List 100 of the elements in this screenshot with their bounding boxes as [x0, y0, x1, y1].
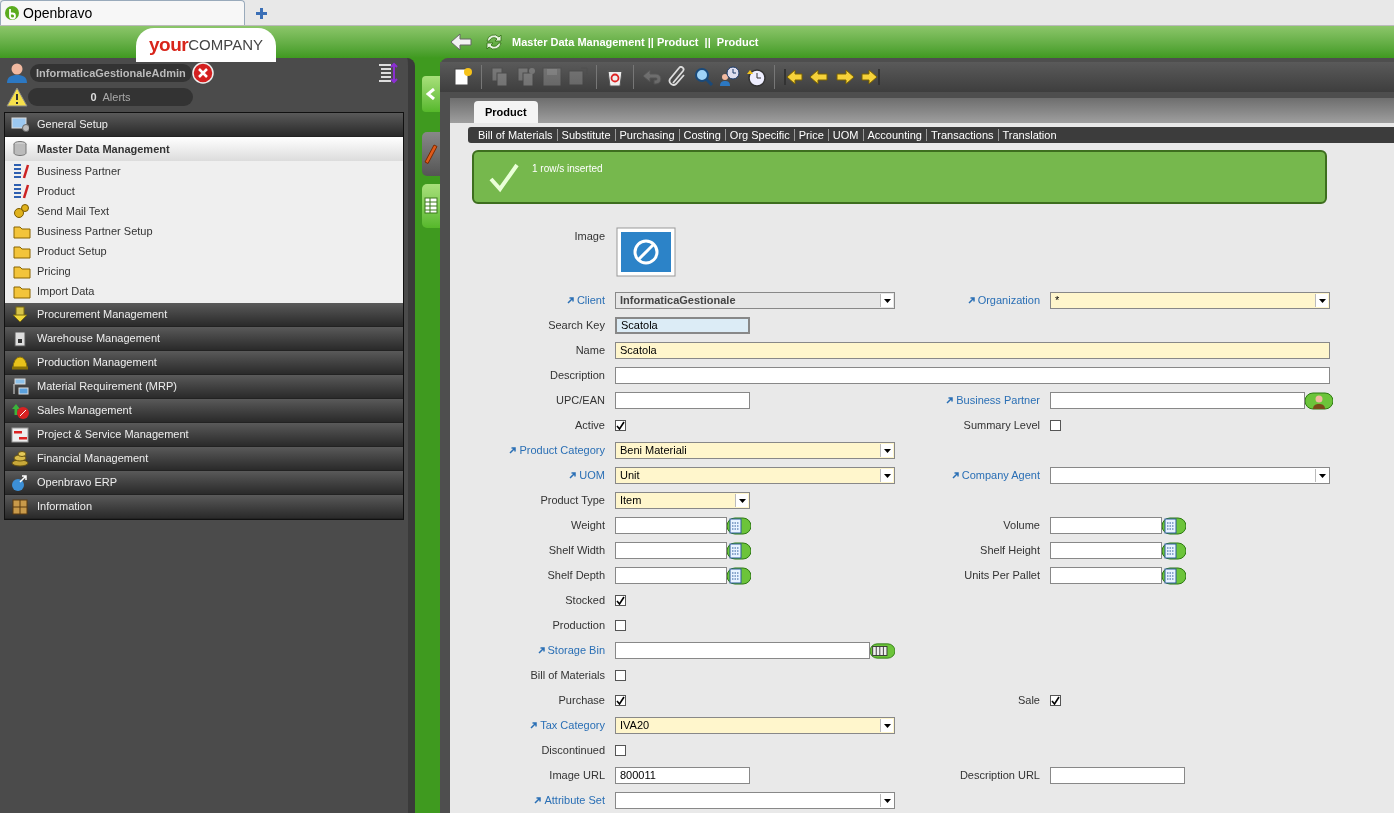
dropdown-field[interactable]: IVA20: [615, 717, 895, 734]
shelf-search-icon[interactable]: [870, 641, 895, 660]
dropdown-caret-icon: [883, 448, 891, 453]
field-link[interactable]: Attribute Set: [544, 792, 605, 809]
input-field[interactable]: [615, 642, 870, 659]
document-pen-icon: [13, 183, 31, 199]
back-arrow-icon[interactable]: [450, 32, 472, 52]
dropdown-field[interactable]: Beni Materiali: [615, 442, 895, 459]
menu-section[interactable]: Openbravo ERP: [5, 471, 403, 495]
input-field[interactable]: 800011: [615, 767, 750, 784]
subtab[interactable]: Substitute: [561, 126, 611, 144]
input-field[interactable]: [615, 567, 727, 584]
field-label: Purchase: [558, 693, 605, 709]
checkbox[interactable]: [615, 420, 626, 431]
tab[interactable]: Product: [474, 101, 538, 123]
calculator-icon[interactable]: [1162, 516, 1186, 535]
menu-item[interactable]: Send Mail Text: [5, 201, 403, 221]
menu-item[interactable]: Import Data: [5, 281, 403, 301]
field-label: Shelf Height: [980, 543, 1040, 559]
folder-icon: [13, 263, 31, 279]
input-field[interactable]: [1050, 567, 1162, 584]
subtab[interactable]: Translation: [1002, 126, 1057, 144]
checkbox[interactable]: [615, 595, 626, 606]
field-link[interactable]: Product Category: [519, 442, 605, 459]
menu-item[interactable]: Business Partner: [5, 161, 403, 181]
subtab[interactable]: Price: [798, 126, 824, 144]
field-link[interactable]: Client: [576, 292, 605, 309]
input-field[interactable]: [615, 392, 750, 409]
input-field[interactable]: [1050, 517, 1162, 534]
menu-section[interactable]: Warehouse Management: [5, 327, 403, 351]
user-name[interactable]: InformaticaGestionaleAdmin: [30, 64, 192, 82]
field-link[interactable]: Business Partner: [956, 392, 1040, 409]
document-pen-icon: [13, 163, 31, 179]
input-field[interactable]: Scatola: [615, 317, 750, 334]
field-link[interactable]: UOM: [579, 467, 605, 484]
menu-section[interactable]: Material Requirement (MRP): [5, 375, 403, 399]
field-link[interactable]: Company Agent: [961, 467, 1040, 484]
logout-icon[interactable]: [191, 62, 214, 84]
refresh-icon[interactable]: [484, 32, 504, 52]
menu-section[interactable]: Information: [5, 495, 403, 519]
menu-section[interactable]: Production Management: [5, 351, 403, 375]
collapse-all-icon[interactable]: [378, 62, 398, 84]
image-placeholder-icon[interactable]: [615, 226, 677, 278]
input-field[interactable]: [615, 542, 727, 559]
input-field[interactable]: Scatola: [615, 342, 1330, 359]
checkbox[interactable]: [1050, 695, 1061, 706]
input-field[interactable]: [1050, 542, 1162, 559]
menu-item[interactable]: Pricing: [5, 261, 403, 281]
field-link[interactable]: Tax Category: [540, 717, 605, 734]
browser-tab[interactable]: Openbravo: [0, 0, 245, 25]
calculator-icon[interactable]: [727, 541, 751, 560]
calculator-icon[interactable]: [727, 516, 751, 535]
checkbox[interactable]: [1050, 420, 1061, 431]
menu-section[interactable]: Sales Management: [5, 399, 403, 423]
person-search-icon[interactable]: [1305, 391, 1333, 410]
last-record-icon[interactable]: [860, 66, 882, 88]
subtab[interactable]: Org Specific: [729, 126, 790, 144]
checkbox[interactable]: [615, 620, 626, 631]
view-tab[interactable]: [422, 184, 440, 228]
new-document-icon[interactable]: [452, 66, 474, 88]
collapse-panel-button[interactable]: [422, 76, 440, 112]
dropdown-caret-icon: [883, 723, 891, 728]
subtab[interactable]: Transactions: [930, 126, 994, 144]
input-field[interactable]: [1050, 392, 1305, 409]
user-clock-icon[interactable]: [719, 66, 741, 88]
checkbox[interactable]: [615, 695, 626, 706]
menu-section[interactable]: Financial Management: [5, 447, 403, 471]
dropdown-field[interactable]: [1050, 467, 1330, 484]
menu-section[interactable]: Project & Service Management: [5, 423, 403, 447]
input-field[interactable]: [1050, 767, 1185, 784]
input-field[interactable]: [615, 517, 727, 534]
view-tab[interactable]: [422, 132, 440, 176]
subtab[interactable]: Accounting: [867, 126, 922, 144]
menu-item[interactable]: Product Setup: [5, 241, 403, 261]
dropdown-field[interactable]: Unit: [615, 467, 895, 484]
menu-section[interactable]: Master Data Management: [5, 137, 403, 161]
checkbox[interactable]: [615, 670, 626, 681]
subtab[interactable]: Bill of Materials: [478, 126, 553, 144]
dropdown-field[interactable]: Item: [615, 492, 750, 509]
field-link[interactable]: Organization: [977, 292, 1040, 309]
dropdown-field[interactable]: *: [1050, 292, 1330, 309]
dropdown-field[interactable]: InformaticaGestionale: [615, 292, 895, 309]
subtab[interactable]: Costing: [683, 126, 721, 144]
dropdown-field[interactable]: [615, 792, 895, 809]
checkbox[interactable]: [615, 745, 626, 756]
calculator-icon[interactable]: [727, 566, 751, 585]
menu-section[interactable]: Procurement Management: [5, 303, 403, 327]
calculator-icon[interactable]: [1162, 541, 1186, 560]
field-link[interactable]: Storage Bin: [547, 642, 605, 659]
alerts-bar[interactable]: 0 Alerts: [28, 88, 193, 106]
input-field[interactable]: [615, 367, 1330, 384]
menu-item[interactable]: Business Partner Setup: [5, 221, 403, 241]
calculator-icon[interactable]: [1162, 566, 1186, 585]
menu-section[interactable]: General Setup: [5, 113, 403, 137]
subtab[interactable]: Purchasing: [619, 126, 675, 144]
search-icon[interactable]: [693, 66, 715, 88]
subtab[interactable]: UOM: [832, 126, 859, 144]
first-record-icon[interactable]: [782, 66, 804, 88]
menu-item[interactable]: Product: [5, 181, 403, 201]
new-tab-icon[interactable]: [255, 7, 268, 20]
